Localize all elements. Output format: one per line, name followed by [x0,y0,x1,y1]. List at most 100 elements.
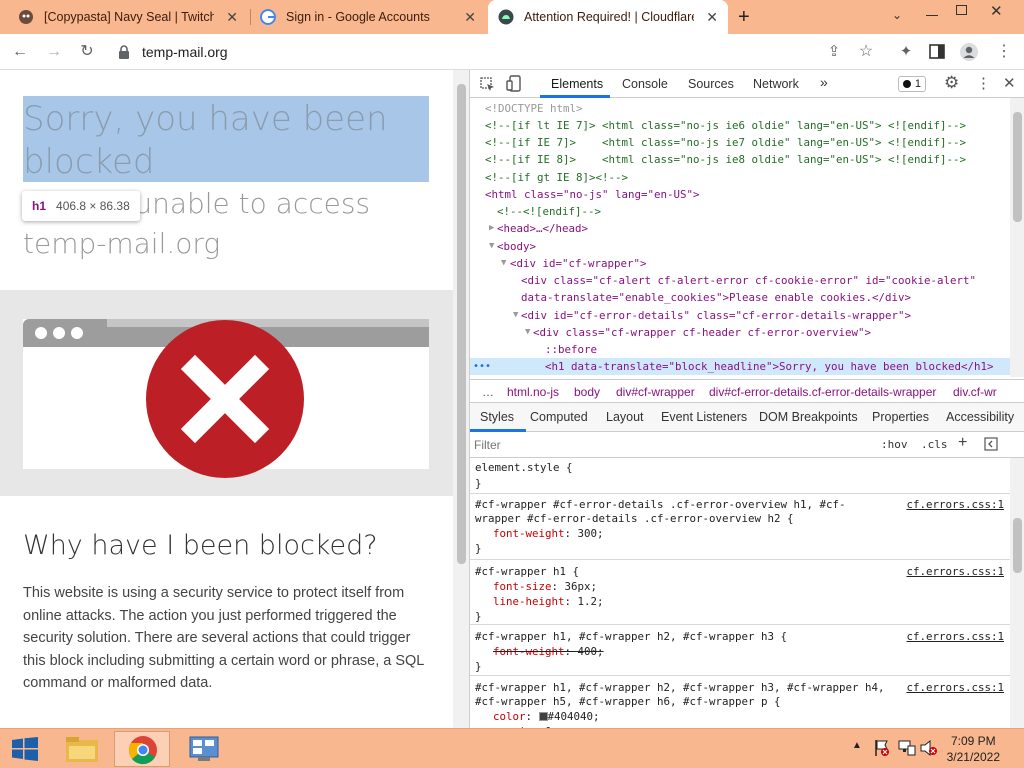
tab-navy-seal[interactable]: [Copypasta] Navy Seal | TwitchQu ✕ [8,0,248,34]
breadcrumb-item[interactable]: div#cf-wrapper [616,385,695,399]
tab-event-listeners[interactable]: Event Listeners [661,410,747,424]
lock-icon[interactable] [118,45,130,59]
devtools-tab-console[interactable]: Console [622,77,668,91]
extensions-icon[interactable]: ✦ [896,42,916,62]
browser-menu-icon[interactable]: ⋮ [994,42,1014,62]
collapse-triangle-icon[interactable]: ▼ [525,324,530,341]
devtools-tab-network[interactable]: Network [753,77,799,91]
restore-button[interactable] [956,5,967,15]
dom-line-selected[interactable]: <h1 data-translate="block_headline">Sorr… [470,358,1010,376]
show-hidden-icons-button[interactable]: ▲ [852,740,862,751]
dom-line[interactable]: <!DOCTYPE html> [485,100,1010,117]
dom-line[interactable]: <div class="cf-alert cf-alert-error cf-c… [521,272,1010,289]
expand-triangle-icon[interactable]: ▶ [489,220,494,237]
rule-property[interactable]: color: #404040; [493,710,600,723]
dom-line[interactable]: <div class="cf-wrapper cf-header cf-erro… [533,324,1010,341]
tab-cloudflare[interactable]: Attention Required! | Cloudflare ✕ [488,0,728,34]
side-panel-icon[interactable] [929,44,945,59]
more-tabs-button[interactable]: » [820,74,828,90]
close-tab-icon[interactable]: ✕ [226,9,238,26]
devtools-menu-icon[interactable]: ⋮ [976,74,991,92]
breadcrumb-item[interactable]: … [482,385,494,399]
devtools-tab-sources[interactable]: Sources [688,77,734,91]
tab-properties[interactable]: Properties [872,410,929,424]
dom-line[interactable]: <!--[if IE 7]> <html class="no-js ie7 ol… [485,134,1010,151]
back-button[interactable]: ← [10,42,30,62]
issues-badge[interactable]: 1 [898,76,926,92]
dom-line[interactable]: <!--[if IE 8]> <html class="no-js ie8 ol… [485,151,1010,168]
close-tab-icon[interactable]: ✕ [464,9,476,26]
dom-line[interactable]: <!--[if gt IE 8]><!--> [485,169,1010,186]
dom-tree-scrollbar[interactable] [1010,98,1024,377]
tab-google-signin[interactable]: Sign in - Google Accounts ✕ [250,0,486,34]
dom-line[interactable]: <div id="cf-error-details" class="cf-err… [521,307,1010,324]
scrollbar-thumb[interactable] [457,84,466,564]
rule-source-link[interactable]: cf.errors.css:1 [906,565,1004,578]
dom-line[interactable]: <!--<![endif]--> [497,203,1010,220]
breadcrumb-item[interactable]: html.no-js [507,385,559,399]
system-clock[interactable]: 7:09 PM 3/21/2022 [947,733,1000,765]
file-explorer-button[interactable] [54,731,110,767]
more-options-dots-icon[interactable]: ••• [473,358,491,375]
dom-line[interactable]: <head>…</head> [497,220,1010,237]
styles-scrollbar[interactable] [1010,458,1024,728]
rule-property[interactable]: font-weight: 300; [493,527,604,540]
minimize-button[interactable] [926,4,938,16]
devtools-tab-elements[interactable]: Elements [551,77,603,91]
close-devtools-icon[interactable]: ✕ [1003,74,1016,92]
profile-avatar-icon[interactable] [960,43,978,61]
dom-line[interactable]: <!--[if lt IE 7]> <html class="no-js ie6… [485,117,1010,134]
dom-line[interactable]: <body> [497,238,1010,255]
tab-computed[interactable]: Computed [530,410,588,424]
inspect-element-icon[interactable] [480,77,495,92]
breadcrumb-item[interactable]: div#cf-error-details.cf-error-details-wr… [709,385,936,399]
rule-source-link[interactable]: cf.errors.css:1 [906,630,1004,643]
scrollbar-thumb[interactable] [1013,518,1022,573]
collapse-triangle-icon[interactable]: ▼ [501,255,506,272]
dom-line[interactable]: data-translate="enable_cookies">Please e… [521,289,1010,306]
breadcrumb-item[interactable]: body [574,385,600,399]
network-icon[interactable] [898,740,916,756]
address-bar[interactable]: temp-mail.org [142,44,228,60]
color-swatch[interactable] [538,712,548,721]
hover-state-button[interactable]: :hov [881,438,908,451]
tab-layout[interactable]: Layout [606,410,644,424]
tab-dom-breakpoints[interactable]: DOM Breakpoints [759,410,858,424]
rule-source-link[interactable]: cf.errors.css:1 [906,498,1004,511]
dom-line[interactable]: <html class="no-js" lang="en-US"> [485,186,1010,203]
page-scrollbar[interactable] [453,70,469,728]
rule-property-overridden[interactable]: font-weight: 400; [493,645,604,658]
tab-accessibility[interactable]: Accessibility [946,410,1014,424]
class-toggle-button[interactable]: .cls [921,438,948,451]
tab-styles[interactable]: Styles [480,410,514,424]
rule-property[interactable]: line-height: 1.2; [493,595,604,608]
device-toolbar-icon[interactable] [506,75,522,92]
rule-selector: #cf-wrapper h5, #cf-wrapper h6, #cf-wrap… [475,695,781,708]
add-rule-button[interactable]: + [958,434,967,452]
collapse-triangle-icon[interactable]: ▼ [513,307,518,324]
chrome-taskbar-button[interactable] [114,731,170,767]
control-panel-button[interactable] [176,731,232,767]
rule-source-link[interactable]: cf.errors.css:1 [906,681,1004,694]
tab-search-icon[interactable]: ⌄ [892,8,902,22]
forward-button[interactable]: → [44,42,64,62]
breadcrumb-item[interactable]: div.cf-wr [953,385,997,399]
dom-line[interactable]: ::before [545,341,1010,358]
start-windows-icon[interactable] [11,737,39,761]
styles-filter-input[interactable] [474,435,870,455]
settings-gear-icon[interactable]: ⚙ [944,73,959,93]
rule-property[interactable]: font-size: 36px; [493,580,597,593]
close-window-button[interactable]: ✕ [990,2,1003,20]
dom-line[interactable]: <div id="cf-wrapper"> [510,255,1010,272]
toggle-sidebar-icon[interactable] [984,437,998,451]
collapse-triangle-icon[interactable]: ▼ [489,238,494,255]
share-icon[interactable]: ⇪ [824,42,844,62]
volume-muted-icon[interactable] [920,740,938,756]
scrollbar-thumb[interactable] [1013,112,1022,222]
new-tab-button[interactable]: + [738,6,750,29]
reload-button[interactable]: ↻ [77,42,97,62]
action-center-flag-icon[interactable] [874,739,890,757]
bookmark-star-icon[interactable]: ☆ [856,42,876,62]
rule-selector: wrapper #cf-error-details .cf-error-over… [475,512,794,525]
close-tab-icon[interactable]: ✕ [706,9,718,26]
